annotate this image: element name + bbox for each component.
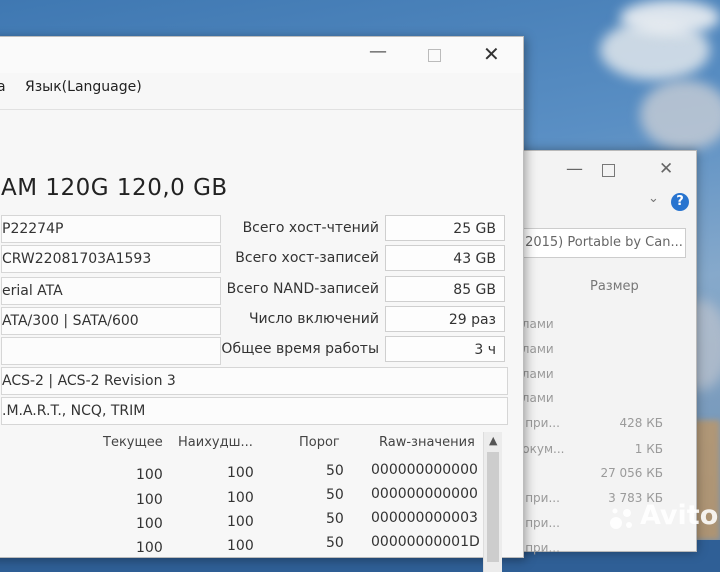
menu-language[interactable]: Язык(Language) [25, 79, 142, 95]
smart-current: 100 [136, 492, 163, 508]
scroll-up-arrow-icon[interactable]: ▲ [489, 434, 497, 447]
cloud [620, 0, 720, 35]
file-size: 1 КБ [634, 442, 663, 456]
smart-worst: 100 [227, 514, 254, 530]
watermark-text: Avito [640, 500, 719, 531]
size-column-header[interactable]: Размер [590, 279, 639, 294]
disk-info-window[interactable]: — ✕ а Язык(Language) AM 120G 120,0 GB P2… [0, 36, 524, 572]
smart-raw: 00000000001D [371, 534, 480, 550]
features-field: .M.A.R.T., NCQ, TRIM [1, 397, 508, 425]
smart-threshold: 50 [326, 511, 344, 527]
minimize-button[interactable]: — [369, 41, 387, 62]
smart-raw: 000000000000 [371, 462, 478, 478]
chevron-down-icon[interactable]: ⌄ [648, 191, 659, 206]
smart-header-current[interactable]: Текущее [103, 435, 163, 450]
maximize-button[interactable] [602, 164, 615, 177]
standard-field: ACS-2 | ACS-2 Revision 3 [1, 367, 508, 395]
cloud [640, 80, 720, 150]
explorer-window[interactable]: — ✕ ⌄ ? (2015) Portable by Can... Размер… [505, 150, 697, 555]
stat-value: 29 раз [385, 306, 505, 332]
file-size: 428 КБ [619, 416, 663, 430]
stat-label: Всего хост-чтений [242, 220, 379, 236]
smart-raw: 000000000003 [371, 510, 478, 526]
stat-value: 25 GB [385, 215, 505, 241]
stat-label: Число включений [248, 311, 379, 327]
avito-logo-icon [610, 508, 632, 529]
smart-threshold: 50 [326, 463, 344, 479]
minimize-button[interactable]: — [566, 159, 583, 179]
smart-header-worst[interactable]: Наихудш... [178, 435, 253, 450]
stat-value: 43 GB [385, 245, 505, 271]
menu-bar: а Язык(Language) [0, 75, 523, 99]
stat-value: 85 GB [385, 276, 505, 302]
smart-header-threshold[interactable]: Порог [299, 435, 340, 450]
close-button[interactable]: ✕ [483, 42, 500, 66]
smart-worst: 100 [227, 490, 254, 506]
smart-raw: 000000000000 [371, 486, 478, 502]
stat-label: Общее время работы [221, 341, 379, 357]
divider [0, 109, 523, 110]
smart-threshold: 50 [326, 487, 344, 503]
avito-watermark: Avito [610, 500, 719, 531]
smart-worst: 100 [227, 465, 254, 481]
smart-current: 100 [136, 540, 163, 556]
disk-title: AM 120G 120,0 GB [1, 175, 228, 201]
smart-worst: 100 [227, 538, 254, 554]
smart-threshold: 50 [326, 535, 344, 551]
help-icon[interactable]: ? [671, 193, 689, 211]
scroll-thumb[interactable] [487, 452, 499, 562]
smart-current: 100 [136, 467, 163, 483]
stat-value: 3 ч [385, 336, 505, 362]
address-bar[interactable]: (2015) Portable by Can... [511, 228, 686, 258]
close-button[interactable]: ✕ [659, 159, 673, 179]
maximize-button[interactable] [428, 49, 441, 62]
title-bar[interactable]: — ✕ [0, 37, 523, 73]
stat-label: Всего NAND-записей [226, 281, 379, 297]
smart-current: 100 [136, 516, 163, 532]
menu-item[interactable]: а [0, 79, 6, 95]
scrollbar[interactable]: ▲ [483, 432, 502, 572]
stat-label: Всего хост-записей [235, 250, 379, 266]
file-size: 27 056 КБ [600, 466, 663, 480]
smart-header-raw[interactable]: Raw-значения [379, 435, 475, 450]
